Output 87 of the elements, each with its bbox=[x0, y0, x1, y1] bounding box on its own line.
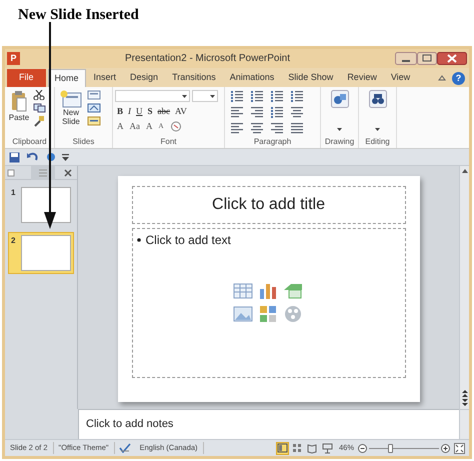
layout-icon[interactable] bbox=[87, 90, 101, 100]
file-tab[interactable]: File bbox=[7, 69, 46, 87]
format-button[interactable]: abc bbox=[158, 105, 170, 117]
next-slide-icon[interactable] bbox=[462, 399, 468, 406]
ribbon-tab[interactable]: Home bbox=[48, 69, 86, 87]
font-size-field[interactable] bbox=[192, 90, 218, 102]
columns-icon[interactable] bbox=[270, 106, 284, 119]
ribbon-tab[interactable]: Animations bbox=[224, 69, 280, 87]
slide-sorter-icon[interactable] bbox=[290, 442, 304, 454]
normal-view-icon[interactable] bbox=[276, 442, 289, 454]
group-label: Paragraph bbox=[254, 136, 292, 148]
binoculars-icon[interactable] bbox=[368, 90, 386, 108]
app-icon: P bbox=[7, 52, 20, 65]
ribbon-tab[interactable]: Transitions bbox=[166, 69, 222, 87]
close-icon[interactable] bbox=[437, 52, 467, 65]
vertical-scrollbar[interactable] bbox=[459, 166, 469, 409]
reading-view-icon[interactable] bbox=[306, 442, 319, 454]
format-button[interactable]: B bbox=[117, 105, 124, 117]
align-left-icon[interactable] bbox=[230, 122, 244, 135]
bar-chart-icon[interactable] bbox=[258, 281, 278, 301]
scissors-icon[interactable] bbox=[33, 90, 45, 100]
center-icon[interactable] bbox=[250, 122, 264, 135]
help-icon[interactable]: ? bbox=[452, 72, 465, 85]
group-label: Drawing bbox=[324, 136, 354, 148]
group-label: Slides bbox=[72, 136, 94, 148]
slider-thumb[interactable] bbox=[388, 444, 393, 452]
notes-field[interactable]: Click to add notes bbox=[79, 409, 459, 439]
copy-icon[interactable] bbox=[33, 103, 47, 113]
format-button[interactable]: A bbox=[146, 120, 152, 132]
section-icon[interactable] bbox=[87, 116, 101, 126]
group-label: Font bbox=[160, 136, 176, 148]
customize-icon[interactable] bbox=[62, 154, 69, 160]
format-button[interactable]: Aa bbox=[130, 120, 140, 132]
format-button[interactable]: A bbox=[117, 120, 124, 132]
title-placeholder[interactable]: Click to add title bbox=[132, 186, 406, 224]
fit-to-window-icon[interactable] bbox=[454, 442, 465, 454]
caret-icon[interactable] bbox=[375, 128, 380, 131]
body-text: Click to add text bbox=[146, 232, 231, 249]
justify-icon[interactable] bbox=[290, 122, 304, 135]
save-icon[interactable] bbox=[9, 152, 20, 162]
zoom-out-icon[interactable] bbox=[358, 444, 367, 452]
clipboard-icon bbox=[11, 90, 27, 112]
format-button[interactable]: AV bbox=[175, 105, 187, 117]
collapse-ribbon-icon[interactable] bbox=[438, 74, 446, 82]
group-label: Editing bbox=[365, 136, 390, 148]
content-placeholder[interactable]: Click to add text bbox=[132, 228, 406, 378]
maximize-icon[interactable] bbox=[417, 52, 437, 65]
format-button[interactable]: I bbox=[128, 105, 132, 117]
notes-scrollbar[interactable] bbox=[459, 409, 469, 439]
group-label: Clipboard bbox=[12, 136, 47, 148]
ribbon-tab[interactable]: Insert bbox=[88, 69, 122, 87]
slide-thumbnail[interactable]: 2 bbox=[8, 232, 74, 274]
new-slide-button[interactable]: New Slide bbox=[57, 90, 85, 126]
zoom-in-icon[interactable] bbox=[441, 444, 450, 452]
format-button[interactable]: S bbox=[148, 105, 153, 117]
shapes-icon[interactable] bbox=[330, 90, 348, 108]
clip-art-icon[interactable] bbox=[258, 304, 278, 324]
format-button[interactable]: U bbox=[136, 105, 143, 117]
slide-icon bbox=[60, 90, 82, 108]
close-icon[interactable] bbox=[64, 168, 72, 176]
caret-icon bbox=[210, 94, 215, 98]
slideshow-icon[interactable] bbox=[320, 442, 334, 454]
minimize-icon[interactable] bbox=[395, 52, 417, 65]
undo-icon[interactable] bbox=[26, 152, 40, 162]
bullets-icon[interactable] bbox=[230, 90, 244, 103]
picture-icon[interactable] bbox=[232, 304, 252, 324]
spell-check-icon[interactable] bbox=[118, 443, 131, 453]
paste-button[interactable]: Paste bbox=[7, 90, 31, 124]
paintbrush-icon[interactable] bbox=[33, 116, 45, 127]
annotation-label: New Slide Inserted bbox=[18, 7, 139, 23]
ribbon-tab[interactable]: View bbox=[384, 69, 416, 87]
decrease-indent-icon[interactable] bbox=[230, 106, 244, 119]
previous-slide-icon[interactable] bbox=[462, 390, 468, 397]
align-right-icon[interactable] bbox=[270, 122, 284, 135]
window-title: Presentation2 - Microsoft PowerPoint bbox=[124, 52, 290, 66]
increase-indent-icon[interactable] bbox=[250, 106, 264, 119]
clear-format-icon[interactable] bbox=[170, 120, 182, 132]
table-icon[interactable] bbox=[232, 281, 252, 301]
caret-icon[interactable] bbox=[337, 128, 342, 131]
bullet-icon bbox=[136, 238, 140, 242]
scroll-up-icon[interactable] bbox=[462, 169, 468, 173]
caret-icon bbox=[182, 94, 187, 98]
ribbon-tab[interactable]: Review bbox=[341, 69, 383, 87]
font-name-field[interactable] bbox=[115, 90, 190, 102]
zoom-slider[interactable] bbox=[369, 444, 439, 452]
ribbon-tab[interactable]: Design bbox=[124, 69, 164, 87]
ribbon-tab[interactable]: Slide Show bbox=[282, 69, 340, 87]
